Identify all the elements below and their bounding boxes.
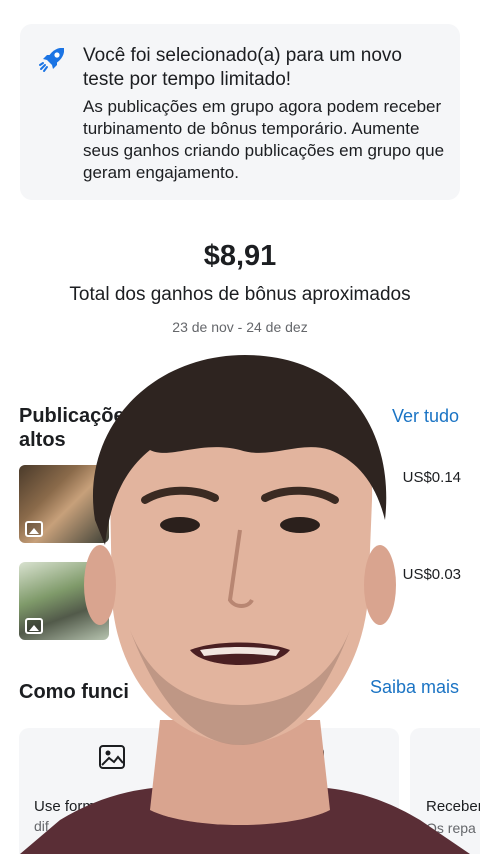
post-row[interactable]: US$0.03 (19, 562, 461, 640)
how-card[interactable]: Use form dif inal (19, 728, 399, 854)
card-title: inal (355, 798, 379, 815)
banner-body: As publicações em grupo agora podem rece… (83, 97, 445, 182)
learn-more-link[interactable]: Saiba mais (370, 677, 459, 698)
post-row[interactable]: US$0.14 (19, 465, 461, 543)
card-title: Use form (34, 798, 95, 815)
image-icon (99, 745, 125, 769)
photo-icon (25, 521, 43, 537)
how-it-works-title: Como funci (19, 681, 129, 703)
post-value: US$0.03 (402, 566, 461, 583)
earnings-label: Total dos ganhos de bônus aproximados (69, 284, 411, 305)
date-range: 23 de nov - 24 de dez (172, 319, 308, 335)
post-thumbnail[interactable] (19, 465, 109, 543)
how-card[interactable]: Receber Os repa (410, 728, 480, 854)
card-subtitle: Os repa (426, 820, 476, 836)
info-banner: Você foi selecionado(a) para um novo tes… (20, 24, 460, 200)
rocket-icon (39, 48, 64, 72)
earnings-amount: $8,91 (203, 240, 277, 272)
camera-icon (300, 748, 324, 768)
top-posts-title: Publicações mais altos (19, 405, 187, 451)
post-value: US$0.14 (402, 469, 461, 486)
banner-title: Você foi selecionado(a) para um novo tes… (83, 45, 402, 90)
card-subtitle: dif (34, 818, 49, 834)
photo-icon (25, 618, 43, 634)
card-title: Receber (426, 798, 480, 815)
see-all-link[interactable]: Ver tudo (392, 406, 459, 427)
post-thumbnail[interactable] (19, 562, 109, 640)
